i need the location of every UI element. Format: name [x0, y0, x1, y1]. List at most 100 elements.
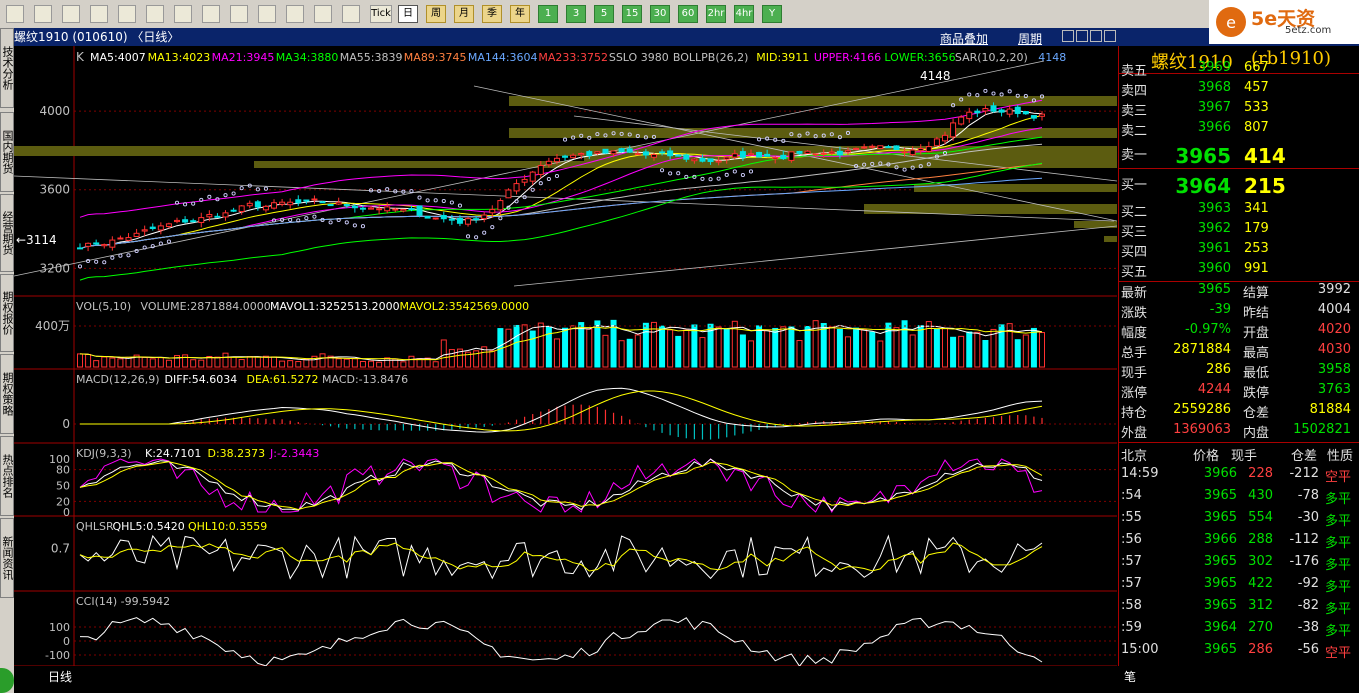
minute-button-7[interactable]: 4hr [734, 5, 754, 23]
period-button-4[interactable]: 年 [510, 5, 530, 23]
price-k-label: K [76, 50, 85, 64]
minute-button-8[interactable]: Y [762, 5, 782, 23]
list-icon[interactable] [314, 5, 332, 23]
vol-bar-80 [723, 328, 730, 368]
stat-row-1-cell: 昨结 [1243, 306, 1270, 321]
tick-tab[interactable]: 笔 [1124, 668, 1136, 685]
left-tab-5[interactable]: 热点排名 [0, 436, 14, 516]
period-button-3[interactable]: 季 [482, 5, 502, 23]
sar-dot-29 [312, 214, 317, 219]
candle-68 [626, 148, 633, 153]
candle-92 [820, 152, 827, 155]
tick-row-1-cell: 多平 [1325, 492, 1352, 507]
bid-row-4-cell: 3960 [1197, 261, 1231, 276]
candle-20 [238, 205, 245, 213]
prev-arrow-icon[interactable] [1062, 30, 1074, 42]
sar-dot-51 [490, 225, 495, 230]
left-tab-2[interactable]: 经营期货 [0, 194, 14, 272]
period-button-0[interactable]: 日 [398, 5, 418, 23]
candle-26 [287, 201, 294, 206]
draw-icon[interactable] [230, 5, 248, 23]
ask-row-3-cell: 卖二 [1121, 124, 1148, 139]
tick-row-7-cell: 多平 [1325, 624, 1352, 639]
minute-button-4[interactable]: 30 [650, 5, 670, 23]
vol-bar-68 [626, 338, 633, 368]
zoom-out-icon[interactable] [174, 5, 192, 23]
minute-button-6[interactable]: 2hr [706, 5, 726, 23]
bid-row-2: 买三 3962 179 [1119, 219, 1359, 240]
candle-47 [456, 217, 463, 224]
notes-icon[interactable] [62, 5, 80, 23]
fullscreen-icon[interactable] [202, 5, 220, 23]
candle-87 [780, 154, 787, 160]
minute-button-1[interactable]: 3 [566, 5, 586, 23]
tick-button[interactable]: Tick [370, 5, 392, 23]
vol-bar-18 [222, 352, 229, 368]
ask-row-2: 卖三 3967 533 [1119, 98, 1359, 119]
stat-row-6-cell: 仓差 [1243, 406, 1270, 421]
filter-icon[interactable] [286, 5, 304, 23]
bid-row-4: 买五 3960 991 [1119, 259, 1359, 280]
bid-row-2-cell: 买三 [1121, 225, 1148, 240]
vol-bar-79 [715, 326, 722, 368]
price-menu-0[interactable]: 商品叠加 [940, 30, 988, 47]
period-button-1[interactable]: 周 [426, 5, 446, 23]
sar-dot-81 [732, 169, 737, 174]
macd-diff [80, 387, 1043, 433]
candle-5 [117, 237, 124, 240]
tick-row-7-cell: -38 [1297, 620, 1319, 635]
last-arrow-icon[interactable] [1104, 30, 1116, 42]
chart-icon[interactable] [342, 5, 360, 23]
period-tab-daily[interactable]: 日线 [48, 668, 72, 685]
left-tab-3[interactable]: 期权报价 [0, 274, 14, 352]
home-icon[interactable] [34, 5, 52, 23]
minute-button-2[interactable]: 5 [594, 5, 614, 23]
candle-44 [432, 217, 439, 220]
tick-row-7-cell: :59 [1121, 620, 1142, 635]
left-tab-6[interactable]: 新闻资讯 [0, 518, 14, 598]
zoom-in-icon[interactable] [146, 5, 164, 23]
tick-row-0-cell: 空平 [1325, 470, 1352, 485]
sar-dot-47 [457, 203, 462, 208]
price-indicator-13: SAR(10,2,20) [955, 51, 1028, 64]
tick-row-2-cell: -30 [1297, 510, 1319, 525]
bid-row-1-cell: 买二 [1121, 205, 1148, 220]
candle-105 [925, 146, 932, 152]
candle-111 [974, 110, 981, 114]
overlay-icon[interactable] [258, 5, 276, 23]
tick-row-8-cell: 空平 [1325, 646, 1352, 661]
candle-63 [586, 151, 593, 157]
toolbar: Tick 日周月季年 1 3 5 15 30 60 2hr 4hr Y [0, 0, 1359, 29]
sar-dot-112 [983, 88, 988, 93]
left-tab-4[interactable]: 期权策略 [0, 354, 14, 434]
minute-button-3[interactable]: 15 [622, 5, 642, 23]
minute-button-5[interactable]: 60 [678, 5, 698, 23]
stat-row-2-cell: 幅度 [1121, 326, 1148, 341]
trend-line-1 [14, 60, 1045, 277]
sar-dot-31 [328, 220, 333, 225]
f10-icon[interactable] [90, 5, 108, 23]
cci-header: CCI(14) -99.5942 [76, 595, 170, 608]
first-arrow-icon[interactable] [1090, 30, 1102, 42]
back-icon[interactable] [6, 5, 24, 23]
next-arrow-icon[interactable] [1076, 30, 1088, 42]
left-tab-0[interactable]: 技术分析 [0, 28, 14, 108]
refresh-icon[interactable] [118, 5, 136, 23]
left-tab-1[interactable]: 国内期货 [0, 112, 14, 192]
ask-row-2-cell: 3967 [1197, 100, 1231, 115]
sar-dot-18 [223, 193, 228, 198]
period-button-2[interactable]: 月 [454, 5, 474, 23]
sar-dot-35 [360, 224, 365, 229]
stat-row-5-cell: 4244 [1197, 382, 1231, 397]
sar-dot-16 [207, 194, 212, 199]
minute-button-0[interactable]: 1 [538, 5, 558, 23]
app-status-icon[interactable] [0, 668, 14, 693]
price-menu-1[interactable]: 周期 [1018, 30, 1042, 47]
vol-bar-63 [586, 328, 593, 368]
vol-bar-15 [198, 359, 205, 368]
support-band-4 [254, 161, 1117, 168]
candle-34 [351, 205, 358, 209]
sar-dot-33 [344, 220, 349, 225]
chart-canvas[interactable]: 4000360032004148←3114K MA5:4007 MA13:4023 M… [14, 46, 1117, 666]
vol-bar-41 [408, 355, 415, 368]
